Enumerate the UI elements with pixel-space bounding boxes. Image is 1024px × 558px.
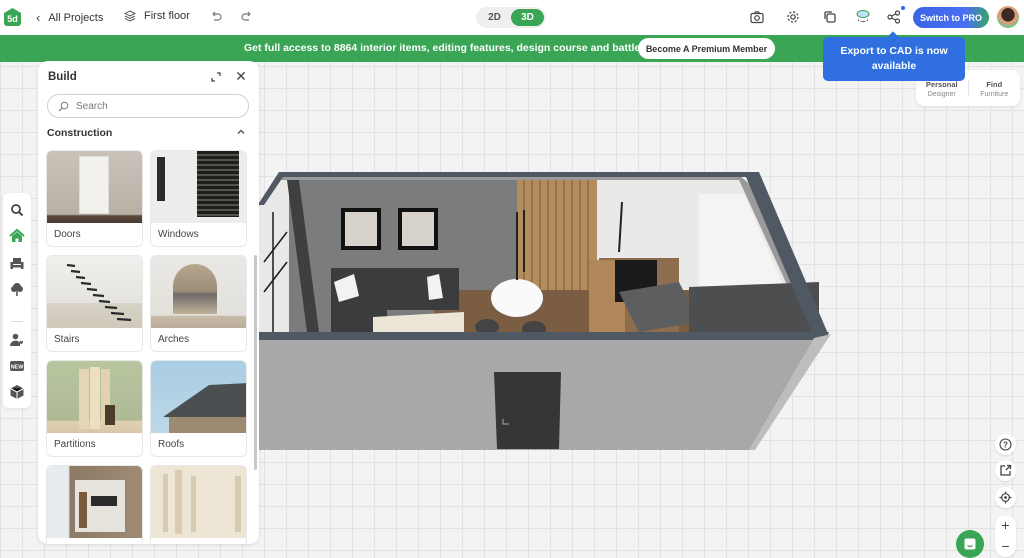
category-card-doors[interactable]: Doors xyxy=(46,150,143,247)
category-card-arches[interactable]: Arches xyxy=(150,255,247,352)
redo-icon[interactable] xyxy=(239,9,255,25)
help-icon[interactable]: ? xyxy=(995,434,1016,455)
category-card-partitions[interactable]: Partitions xyxy=(46,360,143,457)
section-title: Construction xyxy=(47,127,113,139)
category-card-roofs[interactable]: Roofs xyxy=(150,360,247,457)
banner-text: Get full access to 8864 interior items, … xyxy=(244,42,647,54)
top-bar: 5d ‹ All Projects First floor 2D 3D Swit… xyxy=(0,0,1024,35)
notification-dot xyxy=(901,6,905,10)
external-link-icon[interactable] xyxy=(995,460,1016,481)
home-icon[interactable] xyxy=(8,227,26,245)
chat-support-button[interactable] xyxy=(956,530,984,558)
chat-icon xyxy=(964,538,976,550)
logo-icon[interactable]: 5d xyxy=(4,8,21,26)
divider xyxy=(11,321,23,322)
category-card-columns[interactable] xyxy=(150,465,247,544)
card-label: Arches xyxy=(158,334,190,345)
copy-icon[interactable] xyxy=(822,9,838,25)
card-label: Windows xyxy=(158,229,199,240)
share-icon[interactable] xyxy=(886,9,902,25)
left-toolbar: NEW xyxy=(3,193,31,408)
search-field xyxy=(47,94,249,118)
card-label: Roofs xyxy=(158,439,185,450)
zoom-out-button[interactable]: − xyxy=(995,536,1016,556)
fireplaces-thumbnail xyxy=(47,466,142,538)
panel-title: Build xyxy=(48,71,77,83)
wood-slat-wall xyxy=(517,180,597,290)
windows-thumbnail xyxy=(151,151,246,223)
floor-label: First floor xyxy=(144,10,190,22)
svg-text:?: ? xyxy=(1003,441,1008,450)
category-card-windows[interactable]: Windows xyxy=(150,150,247,247)
new-badge-icon[interactable]: NEW xyxy=(8,357,26,375)
avatar[interactable] xyxy=(997,6,1019,28)
category-card-stairs[interactable]: Stairs xyxy=(46,255,143,352)
layers-icon xyxy=(124,10,136,22)
category-card-fireplaces[interactable] xyxy=(46,465,143,544)
search-input[interactable] xyxy=(76,100,226,112)
ai-chat-icon[interactable] xyxy=(854,9,870,25)
close-icon[interactable]: ✕ xyxy=(234,69,248,83)
find-furniture-subtitle: Furniture xyxy=(980,91,1009,98)
gear-icon[interactable] xyxy=(785,9,801,25)
entrance-door xyxy=(494,372,561,449)
card-label: Partitions xyxy=(54,439,96,450)
arches-thumbnail xyxy=(151,256,246,328)
tree-icon[interactable] xyxy=(8,280,26,298)
svg-text:NEW: NEW xyxy=(11,365,25,371)
chevron-left-icon: ‹ xyxy=(36,10,41,25)
build-panel: Build ✕ Construction Doors Windows xyxy=(38,61,259,544)
roofs-thumbnail xyxy=(151,361,246,433)
camera-icon[interactable] xyxy=(749,9,765,25)
dining-table xyxy=(491,279,543,317)
search-icon xyxy=(58,101,69,111)
find-furniture-button[interactable]: Find Furniture xyxy=(969,70,1021,106)
export-cad-tooltip: Export to CAD is now available xyxy=(823,37,965,81)
floor-selector[interactable]: First floor xyxy=(124,10,190,22)
partitions-thumbnail xyxy=(47,361,142,433)
undo-icon[interactable] xyxy=(208,9,224,25)
box-icon[interactable] xyxy=(8,383,26,401)
card-label: Doors xyxy=(54,229,81,240)
room-3d-view[interactable] xyxy=(259,172,859,462)
columns-thumbnail xyxy=(151,466,246,538)
personal-designer-subtitle: Designer xyxy=(927,91,956,98)
armchair-icon[interactable] xyxy=(8,254,26,272)
zoom-in-button[interactable]: + xyxy=(995,515,1016,535)
chevron-up-icon[interactable] xyxy=(235,126,247,138)
locate-icon[interactable] xyxy=(995,487,1016,508)
search-icon[interactable] xyxy=(8,201,26,219)
find-furniture-title: Find xyxy=(986,80,1003,89)
user-heart-icon[interactable] xyxy=(8,331,26,349)
personal-designer-title: Personal xyxy=(925,80,958,89)
stairs-thumbnail xyxy=(47,256,142,328)
all-projects-link[interactable]: ‹ All Projects xyxy=(36,10,103,25)
view-mode-toggle: 2D 3D xyxy=(476,7,546,28)
panel-scrollbar[interactable] xyxy=(254,255,257,470)
switch-to-pro-button[interactable]: Switch to PRO xyxy=(913,7,989,28)
expand-icon[interactable] xyxy=(209,70,223,84)
card-label: Stairs xyxy=(54,334,80,345)
all-projects-label: All Projects xyxy=(48,11,104,24)
doors-thumbnail xyxy=(47,151,142,223)
mode-2d-button[interactable]: 2D xyxy=(478,9,511,26)
become-premium-button[interactable]: Become A Premium Member xyxy=(638,38,775,59)
mode-3d-button[interactable]: 3D xyxy=(511,9,544,26)
zoom-controls: + − xyxy=(995,515,1016,557)
